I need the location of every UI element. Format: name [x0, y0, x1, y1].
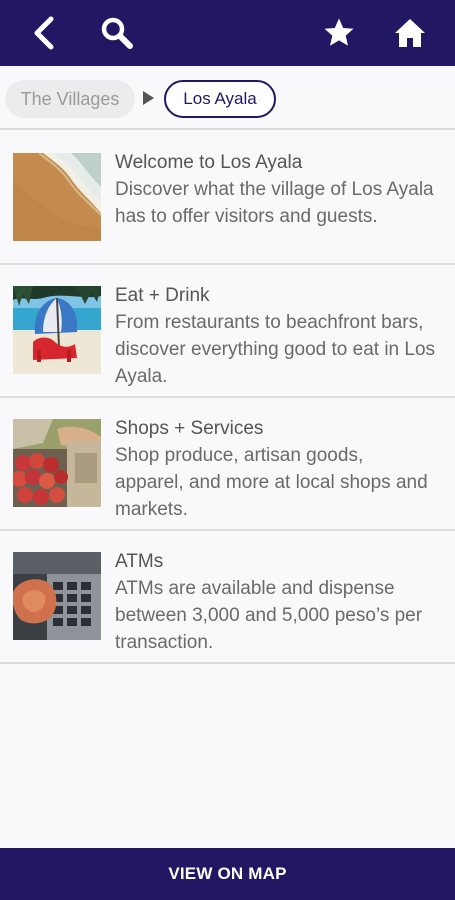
item-description: From restaurants to beachfront bars, dis…	[115, 312, 436, 387]
list-item-shops-services[interactable]: Shops + Services Shop produce, artisan g…	[0, 398, 455, 531]
atm-keypad-thumbnail	[13, 552, 101, 640]
breadcrumb-parent-label: The Villages	[20, 88, 120, 109]
item-description: Discover what the village of Los Ayala h…	[115, 179, 434, 227]
breadcrumb: The Villages Los Ayala	[0, 66, 455, 130]
view-on-map-label: VIEW ON MAP	[168, 864, 287, 883]
star-icon	[324, 18, 354, 46]
list-item-welcome[interactable]: Welcome to Los Ayala Discover what the v…	[0, 132, 455, 265]
view-on-map-button[interactable]: VIEW ON MAP	[0, 848, 455, 900]
item-description: ATMs are available and dispense between …	[115, 578, 423, 653]
back-button[interactable]	[16, 0, 72, 66]
item-title: Welcome to Los Ayala	[115, 152, 303, 173]
beach-umbrella-thumbnail	[13, 286, 101, 374]
beach-wave-thumbnail	[13, 153, 101, 241]
list-item-eat-drink[interactable]: Eat + Drink From restaurants to beachfro…	[0, 265, 455, 398]
home-button[interactable]	[382, 0, 438, 66]
list-item-atms[interactable]: ATMs ATMs are available and dispense bet…	[0, 531, 455, 664]
search-button[interactable]	[89, 0, 145, 66]
item-title: Eat + Drink	[115, 285, 210, 306]
breadcrumb-current-label: Los Ayala	[183, 89, 257, 108]
item-description: Shop produce, artisan goods, apparel, an…	[115, 445, 428, 520]
breadcrumb-item-current: Los Ayala	[164, 80, 276, 118]
search-icon	[101, 17, 133, 49]
village-content-list: Welcome to Los Ayala Discover what the v…	[0, 132, 455, 664]
item-title: ATMs	[115, 551, 164, 572]
breadcrumb-item-the-villages[interactable]: The Villages	[5, 80, 135, 118]
top-app-bar	[0, 0, 455, 66]
item-title: Shops + Services	[115, 418, 264, 439]
chevron-left-icon	[34, 16, 54, 50]
favorite-button[interactable]	[311, 0, 367, 66]
market-produce-thumbnail	[13, 419, 101, 507]
home-icon	[395, 19, 425, 47]
breadcrumb-separator-icon	[143, 91, 154, 105]
